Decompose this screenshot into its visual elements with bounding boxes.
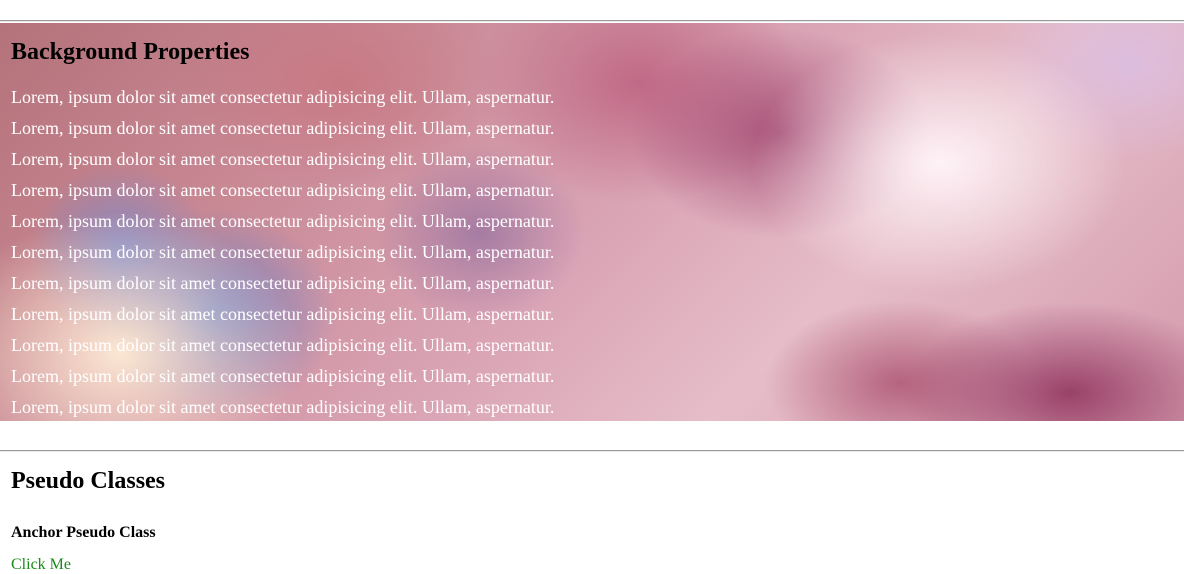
lorem-line: Lorem, ipsum dolor sit amet consectetur … [11,242,555,262]
lorem-line: Lorem, ipsum dolor sit amet consectetur … [11,149,555,169]
lorem-line: Lorem, ipsum dolor sit amet consectetur … [11,273,555,293]
lorem-line: Lorem, ipsum dolor sit amet consectetur … [11,397,555,417]
background-properties-heading: Background Properties [11,39,250,65]
lorem-paragraph-list: Lorem, ipsum dolor sit amet consectetur … [11,82,554,421]
lorem-line: Lorem, ipsum dolor sit amet consectetur … [11,180,555,200]
pseudo-classes-heading: Pseudo Classes [11,468,166,494]
lorem-line: Lorem, ipsum dolor sit amet consectetur … [11,304,555,324]
background-properties-section: Background Properties Lorem, ipsum dolor… [0,23,1184,421]
top-divider [0,20,1184,22]
lorem-line: Lorem, ipsum dolor sit amet consectetur … [11,118,555,138]
lorem-line: Lorem, ipsum dolor sit amet consectetur … [11,335,555,355]
anchor-pseudo-class-heading: Anchor Pseudo Class [11,524,156,541]
lorem-line: Lorem, ipsum dolor sit amet consectetur … [11,211,555,231]
click-me-link[interactable]: Click Me [11,556,71,574]
section-divider [0,450,1184,452]
lorem-line: Lorem, ipsum dolor sit amet consectetur … [11,366,555,386]
lorem-line: Lorem, ipsum dolor sit amet consectetur … [11,87,555,107]
